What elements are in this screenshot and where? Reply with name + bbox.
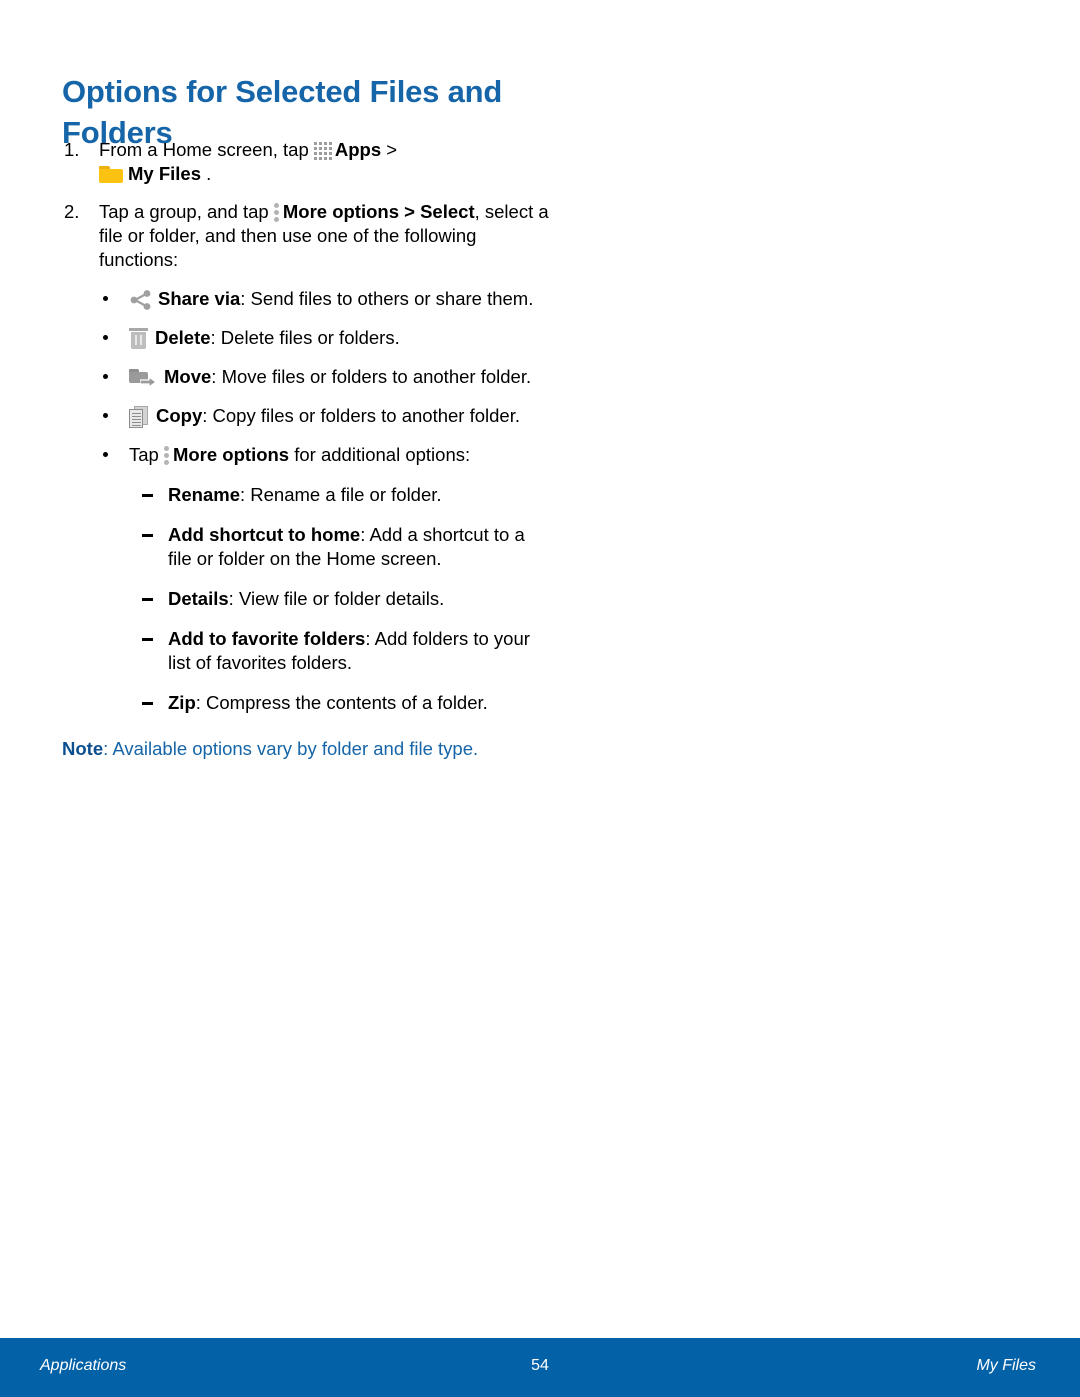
add-favorite-term[interactable]: Add to favorite folders (168, 628, 365, 649)
more-options-icon (163, 445, 171, 466)
copy-icon (129, 406, 149, 428)
rename-term[interactable]: Rename (168, 484, 240, 505)
step-2-text-before: Tap a group, and tap (99, 201, 274, 222)
share-via-term[interactable]: Share via (158, 288, 240, 309)
step-1-number: 1. (64, 139, 80, 160)
trash-icon (129, 328, 148, 349)
step-1-text-after: . (201, 163, 212, 184)
bullet-delete: Delete: Delete files or folders. (99, 326, 552, 350)
subitem-add-shortcut-to-home: Add shortcut to home: Add a shortcut to … (140, 523, 552, 571)
move-desc: : Move files or folders to another folde… (211, 366, 532, 387)
bullet-share-via: Share via: Send files to others or share… (99, 287, 552, 311)
more-options-label[interactable]: More options (283, 201, 399, 222)
copy-desc: : Copy files or folders to another folde… (202, 405, 521, 426)
content-column: 1. From a Home screen, tap Apps > My Fil… (62, 138, 552, 761)
step-2-arrow: > (399, 201, 421, 222)
subitem-zip: Zip: Compress the contents of a folder. (140, 691, 552, 715)
bullet-dot (103, 413, 108, 418)
details-desc: : View file or folder details. (228, 588, 445, 609)
details-term[interactable]: Details (168, 588, 229, 609)
delete-desc: : Delete files or folders. (210, 327, 400, 348)
apps-grid-icon (313, 141, 334, 161)
step-1: 1. From a Home screen, tap Apps > My Fil… (62, 138, 552, 186)
note-line: Note: Available options vary by folder a… (62, 737, 552, 761)
more-options-text-before: Tap (129, 444, 164, 465)
step-1-separator: > (381, 139, 398, 160)
add-shortcut-term[interactable]: Add shortcut to home (168, 524, 360, 545)
share-via-desc: : Send files to others or share them. (240, 288, 534, 309)
copy-term[interactable]: Copy (156, 405, 202, 426)
dash-marker (142, 598, 153, 601)
step-2-number: 2. (64, 201, 80, 222)
select-label[interactable]: Select (420, 201, 475, 222)
subitem-details: Details: View file or folder details. (140, 587, 552, 611)
zip-desc: : Compress the contents of a folder. (195, 692, 488, 713)
bullet-copy: Copy: Copy files or folders to another f… (99, 404, 552, 428)
bullet-dot (103, 374, 108, 379)
rename-desc: : Rename a file or folder. (239, 484, 442, 505)
dash-marker (142, 702, 153, 705)
my-files-label[interactable]: My Files (128, 163, 201, 184)
more-options-text-after: for additional options: (289, 444, 471, 465)
document-page: Options for Selected Files and Folders 1… (0, 0, 1080, 1397)
move-folder-icon (129, 367, 157, 388)
bullet-dot (103, 452, 108, 457)
step-2: 2. Tap a group, and tap More options > S… (62, 200, 552, 272)
subitem-rename: Rename: Rename a file or folder. (140, 483, 552, 507)
page-footer: Applications 54 My Files (0, 1338, 1080, 1397)
delete-term[interactable]: Delete (155, 327, 211, 348)
my-files-folder-icon (99, 165, 125, 185)
bullet-dot (103, 335, 108, 340)
apps-label[interactable]: Apps (335, 139, 381, 160)
footer-page-number: 54 (531, 1357, 549, 1374)
footer-topic-label: My Files (976, 1357, 1036, 1374)
step-1-text-before: From a Home screen, tap (99, 139, 314, 160)
share-icon (129, 290, 153, 310)
dash-marker (142, 494, 153, 497)
subitem-add-to-favorite-folders: Add to favorite folders: Add folders to … (140, 627, 552, 675)
more-options-term[interactable]: More options (173, 444, 289, 465)
dash-marker (142, 534, 153, 537)
move-term[interactable]: Move (164, 366, 211, 387)
bullet-dot (103, 296, 108, 301)
dash-marker (142, 638, 153, 641)
note-label: Note (62, 738, 104, 759)
zip-term[interactable]: Zip (168, 692, 196, 713)
note-text: : Available options vary by folder and f… (103, 738, 479, 759)
more-options-icon (273, 202, 281, 223)
bullet-move: Move: Move files or folders to another f… (99, 365, 552, 389)
bullet-more-options: Tap More options for additional options: (99, 443, 552, 467)
